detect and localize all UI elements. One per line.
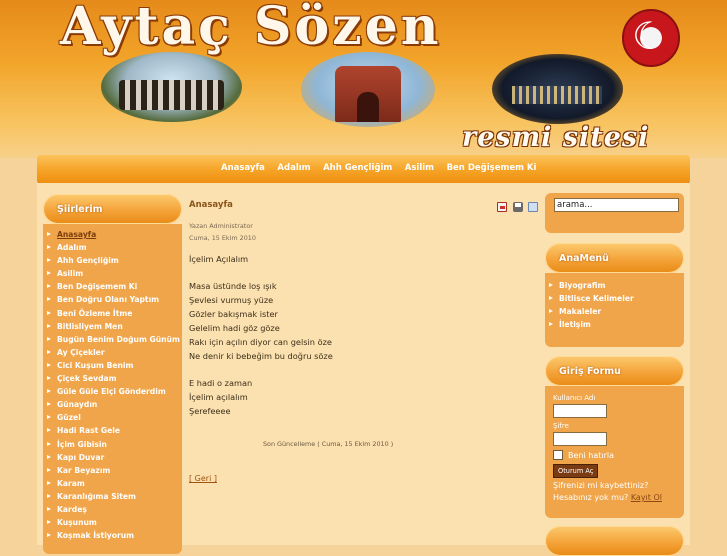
main-menu-title: AnaMenü (559, 253, 609, 264)
email-icon[interactable] (528, 202, 539, 212)
poems-menu-item[interactable]: Çiçek Sevdam (43, 372, 182, 385)
top-navigation: Anasayfa Adalım Ahh Gençliğim Asilim Ben… (37, 155, 690, 183)
poems-menu-item[interactable]: Karanlığıma Sitem (43, 490, 182, 503)
poems-menu-item[interactable]: Karam (43, 477, 182, 490)
poem-line: Rakı için açılın diyor can gelsin öze (189, 337, 332, 347)
main-menu-body: Biyografim Bitlisce Kelimeler Makaleler … (545, 273, 684, 347)
article-modified: Son Güncelleme ( Cuma, 15 Ekim 2010 ) (263, 440, 394, 448)
poems-module-title: Şiirlerim (57, 204, 103, 215)
poems-menu-item[interactable]: Günaydın (43, 398, 182, 411)
login-body: Kullanıcı Adı Şifre Beni hatırla Oturum … (545, 386, 684, 518)
poems-menu-item[interactable]: Ay Çiçekler (43, 346, 182, 359)
poems-menu-item[interactable]: Güle Güle Elçi Gönderdim (43, 385, 182, 398)
register-row: Hesabınız yok mu? Kayıt Ol (553, 493, 676, 502)
topnav-item-adalim[interactable]: Adalım (277, 163, 310, 173)
poems-menu-item[interactable]: Ben Değişemem Ki (43, 280, 182, 293)
poems-menu-item[interactable]: Bitlisliyem Men (43, 320, 182, 333)
poems-module-body: Anasayfa Adalım Ahh Gençliğim Asilim Ben Değ… (43, 224, 182, 554)
poems-menu: Anasayfa Adalım Ahh Gençliğim Asilim Ben Değ… (43, 228, 182, 542)
left-column: Şiirlerim Anasayfa Adalım Ahh Gençliğim Asi… (43, 194, 182, 554)
site-subtitle: resmi sitesi (462, 122, 650, 153)
header-photo-tower (301, 52, 435, 127)
remember-checkbox[interactable] (553, 450, 563, 460)
main-menu-item-bitlisce-kelimeler[interactable]: Bitlisce Kelimeler (545, 292, 684, 305)
article-date: Cuma, 15 Ekim 2010 (189, 234, 256, 242)
poems-menu-item[interactable]: Beni Özleme İtme (43, 307, 182, 320)
poem-line: Ne denir ki bebeğim bu doğru söze (189, 351, 333, 361)
print-icon[interactable] (512, 202, 523, 212)
right-column: AnaMenü Biyografim Bitlisce Kelimeler Ma… (545, 193, 684, 556)
poems-menu-item[interactable]: Kapı Duvar (43, 451, 182, 464)
poem-line: Şerefeeee (189, 406, 231, 416)
poem-line: Gelelim hadi göz göze (189, 323, 280, 333)
poems-menu-item[interactable]: Cici Kuşum Benim (43, 359, 182, 372)
article-meta: Yazan Administrator Cuma, 15 Ekim 2010 (189, 220, 539, 244)
main-menu-item-biyografim[interactable]: Biyografim (545, 279, 684, 292)
poems-module-header: Şiirlerim (43, 194, 182, 224)
poems-menu-item[interactable]: Hadi Rast Gele (43, 424, 182, 437)
main-menu-item-makaleler[interactable]: Makaleler (545, 305, 684, 318)
register-text: Hesabınız yok mu? (553, 493, 629, 502)
extra-module-header (545, 526, 684, 556)
login-button[interactable]: Oturum Aç (553, 464, 599, 478)
main-menu: Biyografim Bitlisce Kelimeler Makaleler … (545, 279, 684, 331)
article-title: Anasayfa (189, 200, 233, 210)
topnav-item-anasayfa[interactable]: Anasayfa (221, 163, 265, 173)
poem-line: Masa üstünde loş ışık (189, 281, 277, 291)
poem-line: Gözler bakışmak ister (189, 309, 278, 319)
remember-row: Beni hatırla (553, 450, 676, 460)
login-title: Giriş Formu (559, 366, 621, 377)
flag-emblem-icon (622, 9, 680, 67)
poems-menu-item[interactable]: Güzel (43, 411, 182, 424)
back-link[interactable]: [ Geri ] (189, 474, 539, 483)
poems-menu-item[interactable]: Ben Doğru Olanı Yaptım (43, 293, 182, 306)
main-menu-item-iletisim[interactable]: İletişim (545, 318, 684, 331)
username-field[interactable] (553, 404, 607, 418)
poems-menu-item[interactable]: Kardeş (43, 503, 182, 516)
register-link[interactable]: Kayıt Ol (631, 493, 662, 502)
poems-menu-item[interactable]: Bugün Benim Doğum Günüm (43, 333, 182, 346)
password-label: Şifre (553, 422, 569, 430)
poem-line: İçelim açılalım (189, 392, 248, 402)
password-field[interactable] (553, 432, 607, 446)
poems-menu-item[interactable]: İçim Gibisin (43, 438, 182, 451)
site-header: Aytaç Sözen resmi sitesi (0, 0, 727, 158)
poems-menu-item[interactable]: Kuşunum (43, 516, 182, 529)
article-actions (497, 202, 541, 214)
topnav-item-ahh-gencligim[interactable]: Ahh Gençliğim (323, 163, 392, 173)
poems-menu-item[interactable]: Koşmak İstiyorum (43, 529, 182, 542)
main-content: Anasayfa Yazan Administrator Cuma, 15 Ek… (189, 200, 539, 483)
pdf-icon[interactable] (497, 202, 507, 212)
login-header: Giriş Formu (545, 356, 684, 386)
poems-menu-item[interactable]: Adalım (43, 241, 182, 254)
login-module: Giriş Formu Kullanıcı Adı Şifre Beni hat… (545, 356, 684, 518)
extra-module (545, 526, 684, 556)
topnav-item-ben-degisemem-ki[interactable]: Ben Değişemem Ki (447, 163, 537, 173)
site-title: Aytaç Sözen (60, 0, 442, 57)
header-photo-dancers (101, 52, 242, 122)
poems-menu-item[interactable]: Anasayfa (43, 228, 182, 241)
username-label: Kullanıcı Adı (553, 394, 596, 402)
remember-label: Beni hatırla (568, 450, 614, 460)
article-poem: İçelim Açılalım Masa üstünde loş ışık Şevl… (189, 252, 539, 418)
main-menu-header: AnaMenü (545, 243, 684, 273)
poems-menu-item[interactable]: Ahh Gençliğim (43, 254, 182, 267)
poem-line: Şevlesi vurmuş yüze (189, 295, 274, 305)
poem-line: E hadi o zaman (189, 378, 253, 388)
search-module (545, 193, 684, 233)
article-author: Yazan Administrator (189, 222, 253, 230)
main-menu-module: AnaMenü Biyografim Bitlisce Kelimeler Ma… (545, 243, 684, 347)
poems-menu-item[interactable]: Asilim (43, 267, 182, 280)
poems-menu-item[interactable]: Kar Beyazım (43, 464, 182, 477)
forgot-password-link[interactable]: Şifrenizi mi kaybettiniz? (553, 481, 676, 490)
topnav-item-asilim[interactable]: Asilim (405, 163, 434, 173)
poem-line: İçelim Açılalım (189, 254, 249, 264)
search-input[interactable] (554, 198, 679, 212)
header-photo-night-city (492, 54, 623, 124)
